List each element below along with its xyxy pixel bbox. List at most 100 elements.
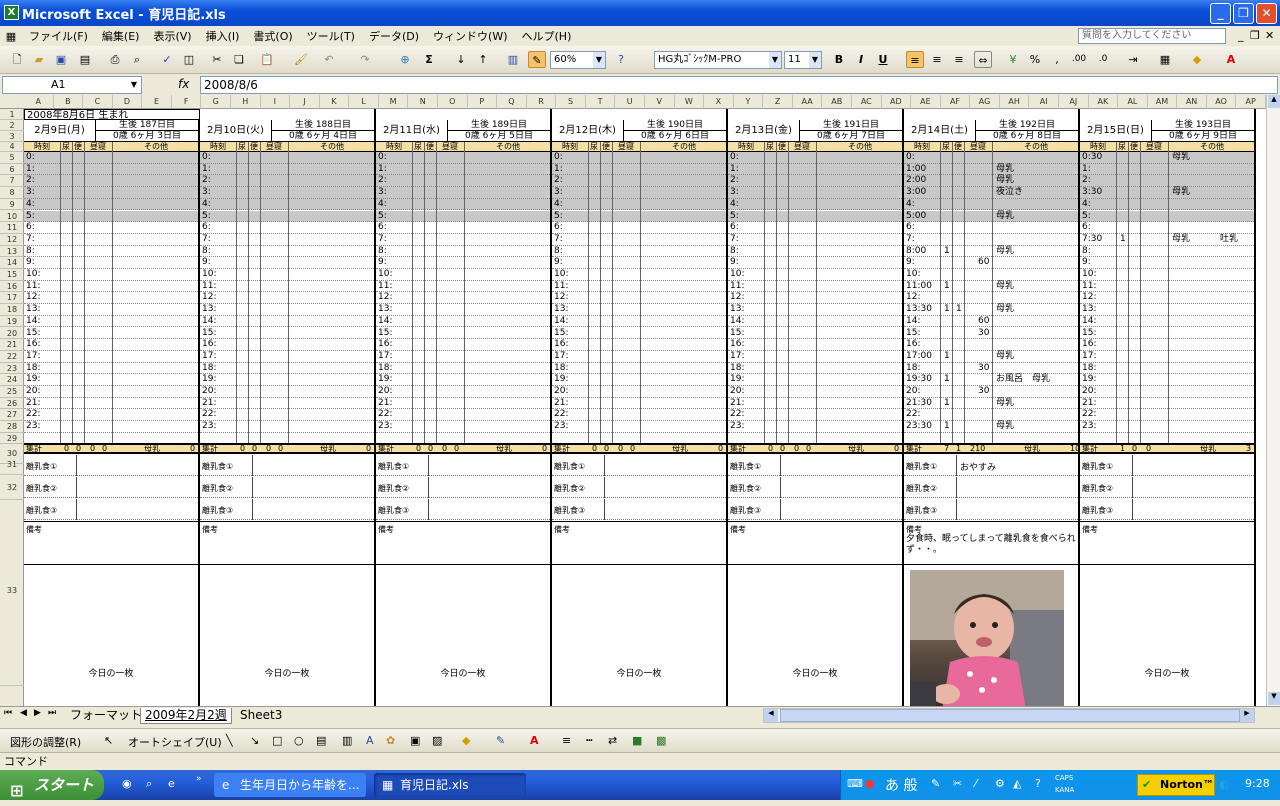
redo-icon[interactable]: ↷ — [356, 51, 374, 68]
hour-row[interactable]: 9: — [376, 257, 550, 269]
hour-row[interactable]: 3:00 夜泣き — [904, 187, 1078, 199]
hour-row[interactable]: 5: — [1080, 210, 1254, 223]
tools-icon[interactable]: ✂ — [953, 777, 962, 790]
increase-decimal-icon[interactable]: .00 — [1070, 51, 1088, 68]
hour-row[interactable]: 4: — [376, 198, 550, 211]
column-header[interactable]: W — [675, 95, 705, 109]
hour-row[interactable]: 10: — [728, 269, 902, 281]
hour-row[interactable]: 12: — [24, 292, 198, 305]
menu-file[interactable]: ファイル(F) — [22, 28, 95, 44]
hour-row[interactable]: 10: — [200, 269, 374, 281]
column-header[interactable]: J — [290, 95, 320, 109]
borders-icon[interactable]: ▦ — [1156, 51, 1174, 68]
font-color-icon[interactable]: A — [1222, 51, 1240, 68]
column-header[interactable]: AG — [970, 95, 1000, 109]
hour-row[interactable]: 12: — [552, 292, 726, 305]
hour-row[interactable]: 5: — [200, 210, 374, 223]
hour-row[interactable]: 9: — [728, 257, 902, 269]
hour-row[interactable]: 15: 30 — [904, 328, 1078, 340]
row-header[interactable]: 31 — [0, 454, 24, 475]
hour-row[interactable]: 14: 60 — [904, 316, 1078, 328]
photo-cell[interactable]: 今日の一枚 — [24, 566, 198, 706]
column-header[interactable]: G — [201, 95, 231, 109]
row-header[interactable]: 24 — [0, 374, 24, 386]
hour-row[interactable]: 16: — [200, 339, 374, 351]
task-ie-window[interactable]: e 生年月日から年齢を... — [214, 773, 366, 797]
row-header[interactable]: 20 — [0, 328, 24, 340]
hour-row[interactable]: 12: — [728, 292, 902, 305]
hour-row[interactable]: 10: — [904, 269, 1078, 281]
menu-insert[interactable]: 挿入(I) — [199, 28, 247, 44]
tab-prev-icon[interactable]: ◀ — [20, 708, 27, 718]
hour-row[interactable]: 0: — [376, 152, 550, 164]
hour-row[interactable]: 2: — [376, 175, 550, 188]
hour-row[interactable]: 19: — [200, 374, 374, 386]
hour-row[interactable]: 10: — [376, 269, 550, 281]
hour-row[interactable]: 3: — [728, 187, 902, 199]
hour-row[interactable]: 18: — [24, 363, 198, 375]
font-name-select[interactable]: HG丸ｺﾞｼｯｸM-PRO ▼ — [654, 51, 782, 69]
age-text[interactable]: 0歳 6ヶ月 9日目 — [1152, 131, 1254, 142]
row-header[interactable]: 11 — [0, 222, 24, 234]
fill-color-icon[interactable]: ◆ — [462, 734, 470, 747]
hour-row[interactable]: 21: — [728, 398, 902, 410]
row-header[interactable]: 12 — [0, 234, 24, 246]
baby-food-row[interactable]: 離乳食① おやすみ — [904, 455, 1078, 476]
day-date[interactable]: 2月15日(日) — [1080, 120, 1152, 142]
bold-button[interactable]: B — [830, 51, 848, 68]
hour-row[interactable]: 3:30 母乳 — [1080, 187, 1254, 199]
sort-desc-icon[interactable]: ↑ — [474, 51, 492, 68]
baby-food-row[interactable]: 離乳食③ — [728, 499, 902, 520]
column-header[interactable]: B — [54, 95, 84, 109]
fx-icon[interactable]: fx — [178, 77, 189, 91]
baby-food-row[interactable]: 離乳食② — [904, 477, 1078, 498]
hour-row[interactable]: 19: — [728, 374, 902, 386]
fill-color-icon[interactable]: ◆ — [1188, 51, 1206, 68]
autosum-icon[interactable]: Σ — [420, 51, 438, 68]
days-since-birth[interactable]: 生後 189日目 — [448, 120, 550, 131]
zoom-select[interactable]: 60% ▼ — [550, 51, 606, 69]
row-header[interactable]: 14 — [0, 257, 24, 269]
hour-row[interactable]: 5:00 母乳 — [904, 210, 1078, 223]
hour-row[interactable]: 2: — [24, 175, 198, 188]
hour-row[interactable]: 10: — [24, 269, 198, 281]
dash-style-icon[interactable]: ┅ — [586, 734, 593, 747]
row-header[interactable]: 28 — [0, 421, 24, 433]
column-header[interactable]: A — [24, 95, 54, 109]
hour-row[interactable]: 22: — [904, 409, 1078, 422]
age-text[interactable]: 0歳 6ヶ月 3日目 — [96, 131, 198, 142]
hour-row[interactable]: 4: — [904, 198, 1078, 211]
hour-row[interactable]: 0:30 母乳 — [1080, 152, 1254, 164]
hour-row[interactable]: 14: — [728, 316, 902, 328]
hour-row[interactable]: 11: — [1080, 281, 1254, 293]
row-header[interactable]: 23 — [0, 363, 24, 375]
horizontal-scrollbar[interactable]: ◀ ▶ — [763, 708, 1255, 723]
hour-row[interactable]: 19: — [552, 374, 726, 386]
row-header[interactable]: 22 — [0, 351, 24, 363]
photo-cell[interactable]: 今日の一枚 — [376, 566, 550, 706]
memo-cell[interactable]: 備考 — [552, 521, 726, 565]
help-icon[interactable]: ? — [1035, 777, 1041, 790]
settings-icon[interactable]: ⚙ — [995, 777, 1005, 790]
hour-row[interactable]: 0: — [552, 152, 726, 164]
column-header[interactable]: K — [320, 95, 350, 109]
scroll-thumb[interactable] — [780, 709, 1240, 722]
hour-row[interactable]: 19:30 1 お風呂 母乳 — [904, 374, 1078, 386]
hour-row[interactable]: 18: — [200, 363, 374, 375]
percent-icon[interactable]: % — [1026, 51, 1044, 68]
memo-cell[interactable]: 備考 夕食時、眠ってしまって離乳食を食べられず・・。 — [904, 521, 1078, 565]
row-header[interactable]: 25 — [0, 386, 24, 398]
maximize-button[interactable]: ❐ — [1233, 3, 1254, 24]
hour-row[interactable]: 17: — [376, 351, 550, 363]
hour-row[interactable]: 18: — [728, 363, 902, 375]
dictionary-icon[interactable]: ◭ — [1013, 777, 1021, 790]
days-since-birth[interactable]: 生後 190日目 — [624, 120, 726, 131]
hour-row[interactable]: 20: — [728, 386, 902, 398]
hour-row[interactable]: 5: — [728, 210, 902, 223]
hour-row[interactable]: 16: — [728, 339, 902, 351]
hour-row[interactable]: 23: — [728, 421, 902, 433]
underline-button[interactable]: U — [874, 51, 892, 68]
row-header[interactable]: 1 — [0, 109, 24, 120]
hour-row[interactable]: 5: — [24, 210, 198, 223]
hour-row[interactable]: 7:30 1 母乳 吐乳 — [1080, 234, 1254, 246]
